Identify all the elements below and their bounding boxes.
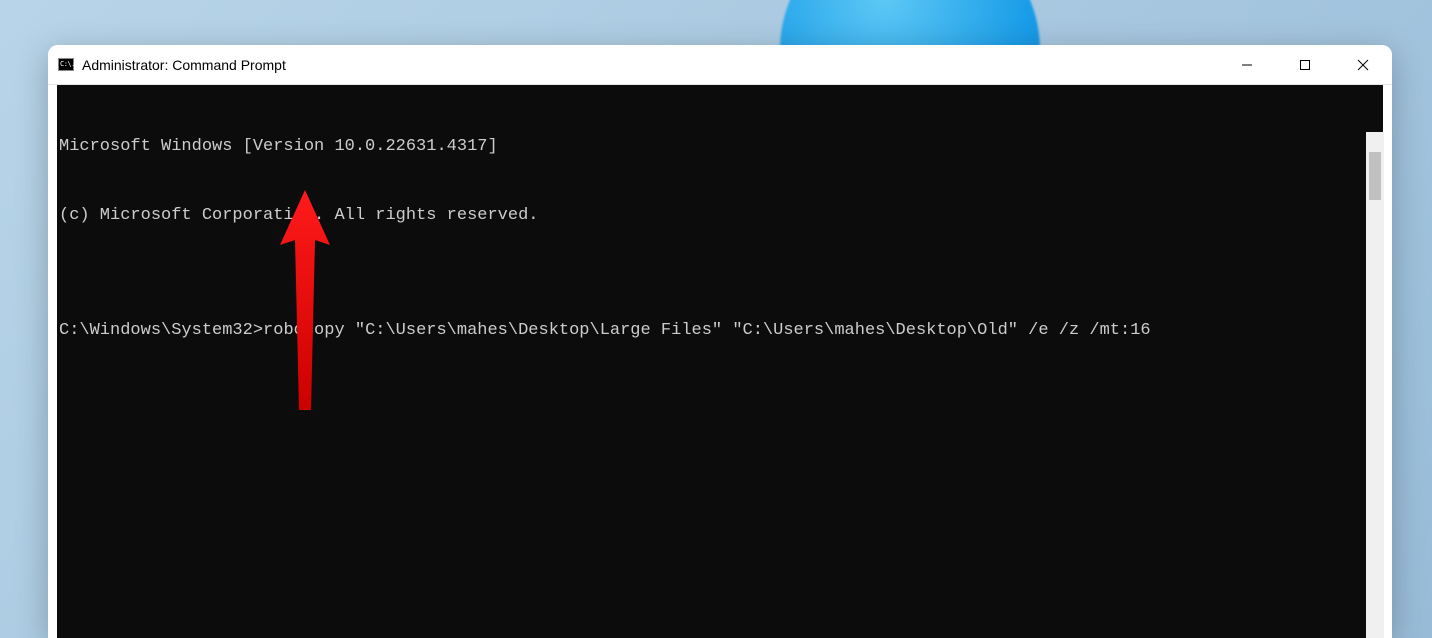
terminal-prompt-line: C:\Windows\System32>robocopy "C:\Users\m…	[59, 319, 1381, 342]
titlebar[interactable]: C:\. Administrator: Command Prompt	[48, 45, 1392, 85]
scrollbar-thumb[interactable]	[1369, 152, 1381, 200]
window-title: Administrator: Command Prompt	[82, 57, 286, 73]
maximize-button[interactable]	[1276, 45, 1334, 85]
command-prompt-window: C:\. Administrator: Command Prompt Micro…	[48, 45, 1392, 638]
maximize-icon	[1299, 59, 1311, 71]
terminal-output-line: (c) Microsoft Corporation. All rights re…	[59, 204, 1381, 227]
scrollbar-track[interactable]	[1366, 132, 1384, 638]
terminal-command-input[interactable]: robocopy "C:\Users\mahes\Desktop\Large F…	[263, 321, 1151, 340]
cmd-icon: C:\.	[58, 57, 74, 73]
close-icon	[1357, 59, 1369, 71]
terminal-prompt: C:\Windows\System32>	[59, 321, 263, 340]
minimize-button[interactable]	[1218, 45, 1276, 85]
close-button[interactable]	[1334, 45, 1392, 85]
terminal-output-line: Microsoft Windows [Version 10.0.22631.43…	[59, 135, 1381, 158]
window-controls	[1218, 45, 1392, 85]
minimize-icon	[1241, 59, 1253, 71]
terminal-area[interactable]: Microsoft Windows [Version 10.0.22631.43…	[57, 85, 1383, 638]
